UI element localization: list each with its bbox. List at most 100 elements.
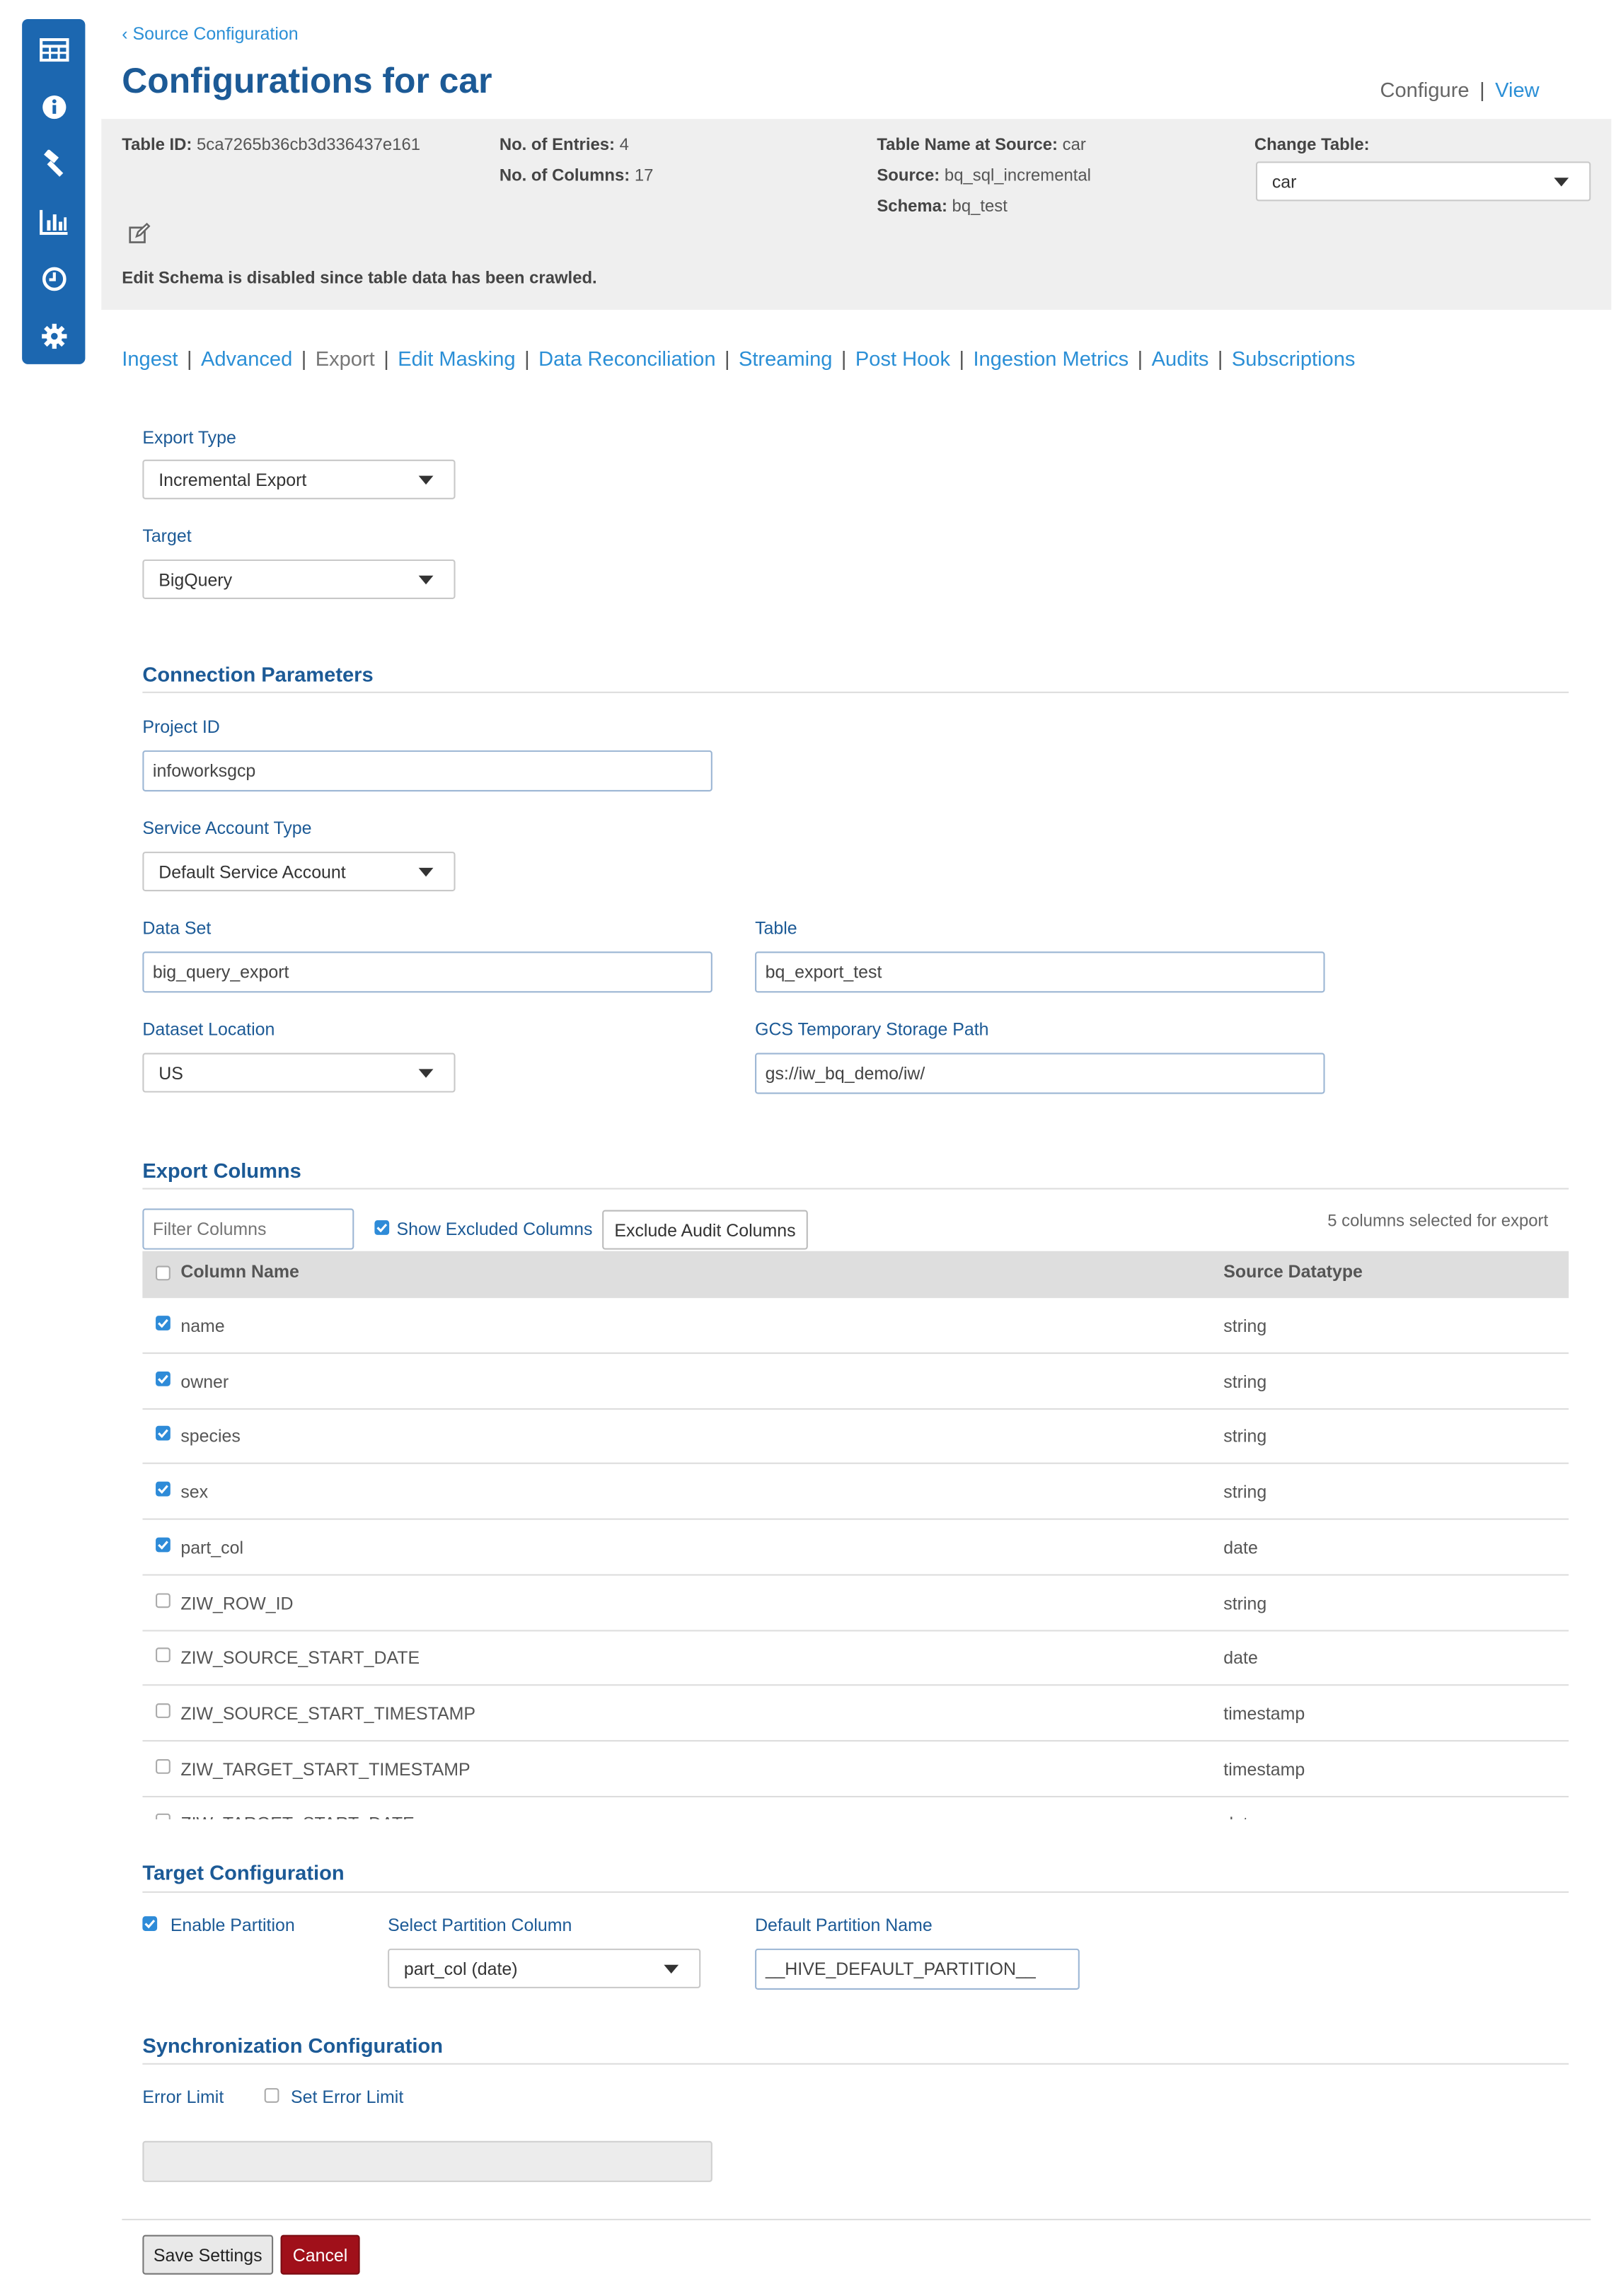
project-id-input[interactable]	[142, 750, 712, 792]
enable-partition-label[interactable]: Enable Partition	[171, 1915, 295, 1935]
tab-export[interactable]: Export	[316, 347, 375, 370]
default-partition-name-label: Default Partition Name	[755, 1915, 933, 1936]
partition-column-select[interactable]: part_col (date)	[388, 1948, 701, 1988]
table-icon[interactable]	[38, 34, 71, 66]
checkmark-icon	[158, 1485, 168, 1495]
divider	[142, 691, 1569, 693]
column-select-checkbox[interactable]	[156, 1592, 171, 1608]
filter-columns-input[interactable]	[142, 1208, 354, 1250]
export-columns-title: Export Columns	[142, 1158, 301, 1183]
export-type-select[interactable]: Incremental Export	[142, 459, 456, 499]
gear-icon[interactable]	[38, 320, 71, 353]
service-account-type-select[interactable]: Default Service Account	[142, 852, 456, 892]
save-settings-button[interactable]: Save Settings	[142, 2234, 274, 2275]
caret-down-icon	[418, 475, 434, 485]
tab-separator: |	[383, 346, 389, 371]
tab-separator: |	[524, 346, 530, 371]
checkmark-icon	[158, 1540, 168, 1550]
target-label: Target	[142, 526, 192, 547]
tab-edit-masking[interactable]: Edit Masking	[398, 347, 515, 370]
datatype-cell: string	[1223, 1592, 1267, 1613]
divider	[122, 2218, 1591, 2220]
dataset-location-label: Dataset Location	[142, 1019, 275, 1040]
column-name-cell: owner	[180, 1371, 229, 1392]
set-error-limit-checkbox[interactable]	[264, 2088, 279, 2103]
view-link[interactable]: View	[1495, 78, 1539, 101]
column-select-checkbox[interactable]	[156, 1537, 171, 1552]
divider	[142, 1188, 1569, 1190]
table-input[interactable]	[755, 951, 1325, 993]
column-select-checkbox[interactable]	[156, 1426, 171, 1442]
tab-subscriptions[interactable]: Subscriptions	[1232, 347, 1355, 370]
service-account-type-label: Service Account Type	[142, 818, 312, 839]
set-error-limit-label[interactable]: Set Error Limit	[291, 2087, 403, 2107]
tab-data-reconciliation[interactable]: Data Reconciliation	[538, 347, 715, 370]
default-partition-name-input[interactable]	[755, 1948, 1080, 1990]
datatype-cell: string	[1223, 1371, 1267, 1392]
tab-separator: |	[959, 346, 965, 371]
source-name: Source: bq_sql_incremental	[877, 167, 1091, 185]
tab-ingest[interactable]: Ingest	[122, 347, 178, 370]
hammer-icon[interactable]	[38, 149, 71, 181]
gcs-path-label: GCS Temporary Storage Path	[755, 1019, 989, 1040]
show-excluded-columns-checkbox[interactable]	[374, 1220, 390, 1235]
change-table-select[interactable]: car	[1255, 161, 1591, 202]
tab-audits[interactable]: Audits	[1152, 347, 1209, 370]
back-to-source-configuration-link[interactable]: ‹ Source Configuration	[122, 23, 298, 44]
column-name-cell: ZIW_TARGET_START_DATE	[180, 1814, 414, 1819]
clock-icon[interactable]	[38, 263, 71, 296]
column-select-checkbox[interactable]	[156, 1758, 171, 1773]
tab-ingestion-metrics[interactable]: Ingestion Metrics	[973, 347, 1129, 370]
column-name-cell: ZIW_SOURCE_START_TIMESTAMP	[180, 1703, 476, 1724]
gcs-path-input[interactable]	[755, 1053, 1325, 1094]
datatype-cell: string	[1223, 1316, 1267, 1337]
column-select-checkbox[interactable]	[156, 1814, 171, 1820]
error-limit-input[interactable]	[142, 2140, 712, 2182]
table-row: owner string	[142, 1353, 1569, 1410]
entries-count: No. of Entries: 4	[499, 137, 629, 154]
datatype-cell: date	[1223, 1537, 1258, 1558]
select-all-checkbox[interactable]	[156, 1265, 171, 1281]
enable-partition-checkbox[interactable]	[142, 1916, 158, 1931]
exclude-audit-columns-button[interactable]: Exclude Audit Columns	[602, 1210, 808, 1250]
column-select-checkbox[interactable]	[156, 1703, 171, 1718]
checkmark-icon	[158, 1374, 168, 1384]
column-select-checkbox[interactable]	[156, 1481, 171, 1497]
configure-link[interactable]: Configure	[1380, 78, 1470, 101]
dataset-location-select[interactable]: US	[142, 1053, 456, 1093]
divider	[142, 2063, 1569, 2065]
cancel-button[interactable]: Cancel	[280, 2234, 360, 2275]
edit-schema-icon[interactable]	[128, 221, 151, 245]
table-label: Table	[755, 917, 797, 939]
tab-separator: |	[1217, 346, 1223, 371]
column-select-checkbox[interactable]	[156, 1647, 171, 1663]
datatype-cell: string	[1223, 1426, 1267, 1447]
export-type-label: Export Type	[142, 427, 236, 448]
table-name-at-source: Table Name at Source: car	[877, 137, 1086, 154]
schema-name: Schema: bq_test	[877, 198, 1008, 216]
dataset-label: Data Set	[142, 917, 212, 939]
tab-separator: |	[186, 346, 192, 371]
table-row: ZIW_TARGET_START_DATE date	[142, 1797, 1569, 1820]
show-excluded-columns-label[interactable]: Show Excluded Columns	[397, 1219, 593, 1239]
project-id-label: Project ID	[142, 717, 220, 738]
tab-post-hook[interactable]: Post Hook	[855, 347, 950, 370]
column-name-header: Column Name	[180, 1261, 299, 1282]
column-name-cell: ZIW_ROW_ID	[180, 1592, 294, 1613]
datatype-cell: timestamp	[1223, 1703, 1305, 1724]
tab-advanced[interactable]: Advanced	[201, 347, 292, 370]
target-select[interactable]: BigQuery	[142, 559, 456, 600]
chevron-left-icon: ‹	[122, 23, 133, 45]
column-select-checkbox[interactable]	[156, 1371, 171, 1386]
table-row: sex string	[142, 1464, 1569, 1520]
datatype-cell: string	[1223, 1481, 1267, 1502]
bar-chart-icon[interactable]	[38, 206, 71, 238]
dataset-input[interactable]	[142, 951, 712, 993]
error-limit-label: Error Limit	[142, 2086, 224, 2108]
column-select-checkbox[interactable]	[156, 1316, 171, 1330]
tab-separator: |	[1137, 346, 1143, 371]
info-icon[interactable]	[38, 91, 71, 124]
datatype-cell: date	[1223, 1647, 1258, 1669]
table-info-panel: Table ID: 5ca7265b36cb3d336437e161 No. o…	[101, 119, 1612, 311]
tab-streaming[interactable]: Streaming	[739, 347, 832, 370]
